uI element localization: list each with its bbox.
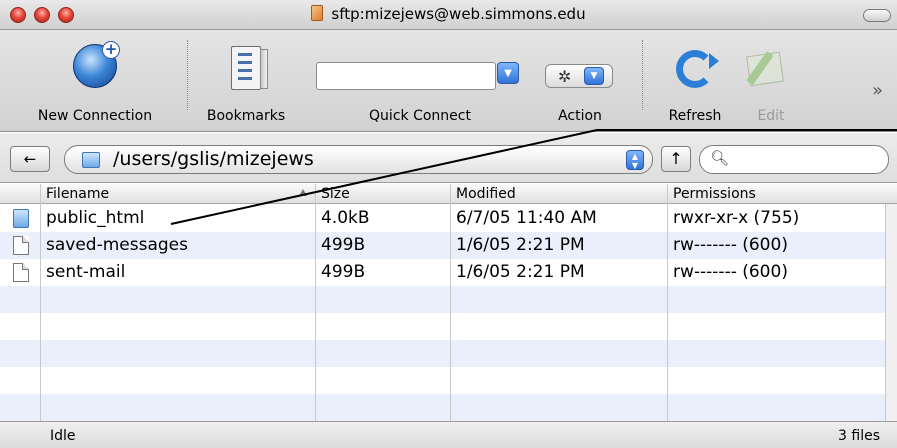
folder-icon <box>82 152 100 168</box>
edit-label: Edit <box>757 108 785 124</box>
file-icon <box>13 236 29 255</box>
empty-row <box>0 367 885 394</box>
toolbar: + New Connection Bookmarks ▼ Quick Conne… <box>0 30 897 132</box>
file-browser-table: Filename Size Modified Permissions publi… <box>0 184 897 421</box>
search-field[interactable]: 🔍︎ <box>699 145 889 174</box>
status-bar: Idle 3 files <box>0 421 897 448</box>
column-divider <box>315 184 316 421</box>
quick-connect-dropdown-arrow-icon[interactable]: ▼ <box>497 62 519 84</box>
empty-row <box>0 286 885 313</box>
empty-row <box>0 313 885 340</box>
title-bar: sftp:mizejews@web.simmons.edu <box>0 0 897 30</box>
gear-icon: ✲ <box>558 67 572 86</box>
document-proxy-icon[interactable] <box>311 5 324 21</box>
edit-button[interactable]: Edit <box>736 30 806 130</box>
size-cell: 4.0kB <box>321 208 370 228</box>
table-row[interactable]: public_html 4.0kB 6/7/05 11:40 AM rwxr-x… <box>0 205 885 232</box>
edit-icon <box>744 46 788 88</box>
path-bar: ← /users/gslis/mizejews ▲ ▼ ↑ 🔍︎ <box>0 133 897 183</box>
bookmarks-label: Bookmarks <box>206 108 286 124</box>
plus-icon: + <box>102 41 120 59</box>
permissions-cell: rw------- (600) <box>673 235 788 255</box>
up-arrow-icon: ↑ <box>669 149 683 168</box>
refresh-button[interactable]: Refresh <box>660 30 730 130</box>
path-stepper-icon: ▲ ▼ <box>626 150 644 170</box>
size-cell: 499B <box>321 235 366 255</box>
quick-connect-input[interactable] <box>316 62 496 90</box>
status-text: Idle <box>50 428 76 444</box>
path-selector[interactable]: /users/gslis/mizejews ▲ ▼ <box>64 145 653 174</box>
filename-cell: saved-messages <box>46 235 188 255</box>
back-arrow-icon: ← <box>23 150 37 168</box>
refresh-label: Refresh <box>668 108 722 124</box>
vertical-scrollbar[interactable] <box>885 204 897 421</box>
current-path: /users/gslis/mizejews <box>113 148 314 170</box>
size-cell: 499B <box>321 262 366 282</box>
new-connection-button[interactable]: + New Connection <box>20 30 170 130</box>
toolbar-toggle-button[interactable] <box>863 9 891 22</box>
column-header-modified[interactable]: Modified <box>456 186 516 202</box>
refresh-icon <box>676 50 719 88</box>
column-divider <box>40 184 41 421</box>
toolbar-separator <box>187 40 188 110</box>
empty-row <box>0 340 885 367</box>
window-title-group: sftp:mizejews@web.simmons.edu <box>0 5 897 23</box>
quick-connect-label: Quick Connect <box>369 108 471 124</box>
toolbar-separator <box>642 40 643 110</box>
table-header: Filename Size Modified Permissions <box>0 184 897 204</box>
column-header-filename[interactable]: Filename <box>46 186 109 202</box>
permissions-cell: rw------- (600) <box>673 262 788 282</box>
toolbar-overflow-icon[interactable]: » <box>872 80 883 101</box>
new-connection-label: New Connection <box>37 108 153 124</box>
parent-directory-button[interactable]: ↑ <box>661 146 691 172</box>
search-icon: 🔍︎ <box>710 149 730 167</box>
bookmarks-button[interactable]: Bookmarks <box>196 30 296 130</box>
action-label: Action <box>558 108 602 124</box>
back-button[interactable]: ← <box>10 146 50 172</box>
modified-cell: 1/6/05 2:21 PM <box>456 235 585 255</box>
column-header-size[interactable]: Size <box>321 186 350 202</box>
permissions-cell: rwxr-xr-x (755) <box>673 208 800 228</box>
window-title: sftp:mizejews@web.simmons.edu <box>331 5 586 23</box>
bookmarks-icon <box>231 46 268 90</box>
filename-cell: sent-mail <box>46 262 126 282</box>
chevron-down-icon: ▼ <box>584 67 604 85</box>
modified-cell: 1/6/05 2:21 PM <box>456 262 585 282</box>
globe-icon: + <box>73 41 120 88</box>
folder-icon <box>13 209 29 228</box>
column-header-permissions[interactable]: Permissions <box>673 186 756 202</box>
filename-cell: public_html <box>46 208 145 228</box>
column-divider <box>450 184 451 421</box>
empty-row <box>0 394 885 421</box>
sort-ascending-icon <box>299 189 307 196</box>
file-count: 3 files <box>838 428 880 444</box>
modified-cell: 6/7/05 11:40 AM <box>456 208 597 228</box>
column-divider <box>667 184 668 421</box>
table-row[interactable]: sent-mail 499B 1/6/05 2:21 PM rw------- … <box>0 259 885 286</box>
action-menu-button[interactable]: ✲ ▼ <box>545 64 613 88</box>
table-row[interactable]: saved-messages 499B 1/6/05 2:21 PM rw---… <box>0 232 885 259</box>
file-icon <box>13 263 29 282</box>
